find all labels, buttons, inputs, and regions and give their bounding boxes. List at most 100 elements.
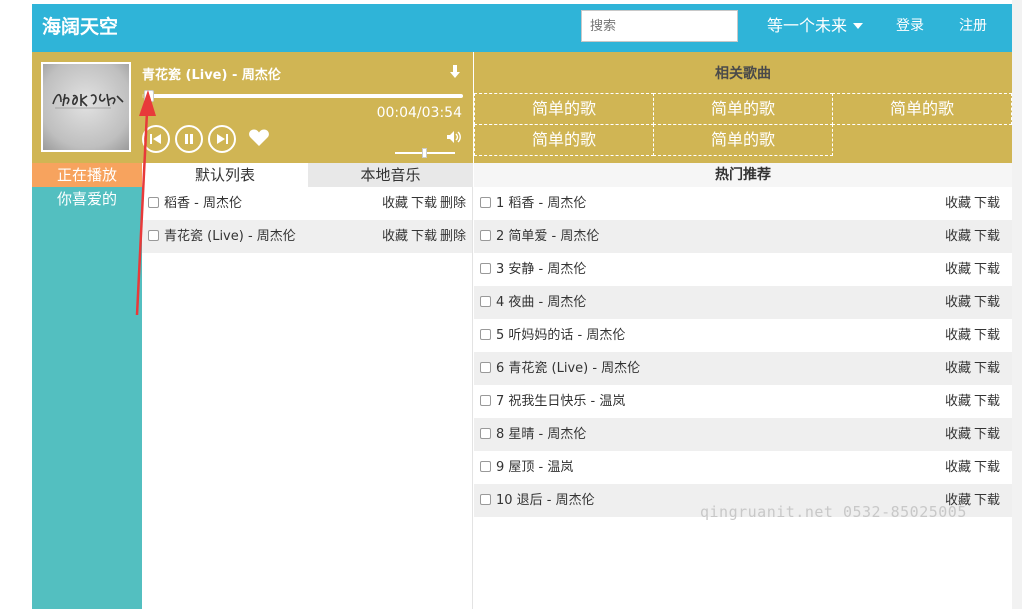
hot-song-name[interactable]: 3 安静 - 周杰伦 (496, 253, 586, 286)
favorite-link[interactable]: 收藏 (945, 361, 971, 376)
download-link[interactable]: 下载 (411, 229, 437, 244)
favorite-link[interactable]: 收藏 (382, 196, 408, 211)
download-link[interactable]: 下载 (974, 328, 1000, 343)
hot-song-name[interactable]: 1 稻香 - 周杰伦 (496, 187, 586, 220)
volume-slider[interactable] (395, 148, 455, 158)
row-checkbox[interactable] (480, 395, 491, 406)
row-checkbox[interactable] (480, 461, 491, 472)
hot-song-name[interactable]: 7 祝我生日快乐 - 温岚 (496, 385, 625, 418)
brand-logo-text[interactable]: 海阔天空 (42, 14, 118, 40)
favorite-link[interactable]: 收藏 (945, 328, 971, 343)
row-actions: 收藏 下载 删除 (379, 187, 466, 220)
row-actions: 收藏 下载 (942, 319, 1000, 352)
caret-down-icon (853, 23, 864, 29)
hot-row: 3 安静 - 周杰伦 收藏 下载 (474, 253, 1012, 286)
favorite-link[interactable]: 收藏 (945, 427, 971, 442)
download-link[interactable]: 下载 (411, 196, 437, 211)
hot-row: 9 屋顶 - 温岚 收藏 下载 (474, 451, 1012, 484)
hot-song-name[interactable]: 10 退后 - 周杰伦 (496, 484, 595, 517)
delete-link[interactable]: 删除 (440, 229, 466, 244)
row-checkbox[interactable] (480, 494, 491, 505)
row-checkbox[interactable] (480, 329, 491, 340)
favorite-link[interactable]: 收藏 (382, 229, 408, 244)
row-checkbox[interactable] (148, 197, 159, 208)
previous-button[interactable] (142, 125, 170, 153)
login-link[interactable]: 登录 (896, 16, 924, 36)
playback-time: 00:04/03:54 (376, 105, 462, 121)
favorite-link[interactable]: 收藏 (945, 196, 971, 211)
register-link[interactable]: 注册 (959, 16, 987, 36)
related-song[interactable]: 简单的歌 (832, 93, 1012, 125)
download-link[interactable]: 下载 (974, 394, 1000, 409)
volume-icon[interactable] (446, 130, 462, 144)
sidebar: 正在播放 你喜爱的 (32, 163, 142, 609)
download-link[interactable]: 下载 (974, 229, 1000, 244)
row-actions: 收藏 下载 (942, 451, 1000, 484)
next-button[interactable] (208, 125, 236, 153)
progress-bar[interactable] (142, 90, 463, 102)
related-song[interactable]: 简单的歌 (653, 124, 833, 156)
hot-song-name[interactable]: 8 星晴 - 周杰伦 (496, 418, 586, 451)
album-cover (41, 62, 131, 152)
row-checkbox[interactable] (480, 428, 491, 439)
playlist-song-name[interactable]: 稻香 - 周杰伦 (164, 187, 242, 220)
download-link[interactable]: 下载 (974, 295, 1000, 310)
related-song[interactable]: 简单的歌 (474, 124, 654, 156)
download-link[interactable]: 下载 (974, 427, 1000, 442)
download-link[interactable]: 下载 (974, 196, 1000, 211)
hot-song-name[interactable]: 5 听妈妈的话 - 周杰伦 (496, 319, 625, 352)
user-menu-dropdown[interactable]: 等一个未来 (767, 14, 864, 38)
favorite-link[interactable]: 收藏 (945, 229, 971, 244)
related-songs-panel: 相关歌曲 简单的歌 简单的歌 简单的歌 简单的歌 简单的歌 (474, 52, 1012, 163)
download-link[interactable]: 下载 (974, 262, 1000, 277)
favorite-link[interactable]: 收藏 (945, 295, 971, 310)
hot-recommend-title: 热门推荐 (474, 163, 1012, 187)
tab-default-list[interactable]: 默认列表 (142, 163, 308, 187)
hot-row: 4 夜曲 - 周杰伦 收藏 下载 (474, 286, 1012, 319)
favorite-link[interactable]: 收藏 (945, 262, 971, 277)
search-input[interactable] (581, 10, 738, 42)
row-checkbox[interactable] (480, 296, 491, 307)
sidebar-item-now-playing[interactable]: 正在播放 (32, 163, 142, 187)
favorite-link[interactable]: 收藏 (945, 394, 971, 409)
row-checkbox[interactable] (148, 230, 159, 241)
tab-local-music[interactable]: 本地音乐 (308, 163, 473, 187)
hot-row: 2 简单爱 - 周杰伦 收藏 下载 (474, 220, 1012, 253)
download-link[interactable]: 下载 (974, 460, 1000, 475)
delete-link[interactable]: 删除 (440, 196, 466, 211)
download-link[interactable]: 下载 (974, 493, 1000, 508)
hot-row: 8 星晴 - 周杰伦 收藏 下载 (474, 418, 1012, 451)
playlist-row: 青花瓷 (Live) - 周杰伦 收藏 下载 删除 (142, 220, 472, 253)
related-song[interactable]: 简单的歌 (474, 93, 654, 125)
progress-knob[interactable] (144, 90, 154, 102)
related-song[interactable]: 简单的歌 (653, 93, 833, 125)
hot-song-name[interactable]: 6 青花瓷 (Live) - 周杰伦 (496, 352, 640, 385)
row-actions: 收藏 下载 (942, 187, 1000, 220)
page-margin-right (1012, 0, 1022, 609)
related-songs-title: 相关歌曲 (715, 66, 771, 82)
playlist-row: 稻香 - 周杰伦 收藏 下载 删除 (142, 187, 472, 220)
row-checkbox[interactable] (480, 230, 491, 241)
hot-row: 7 祝我生日快乐 - 温岚 收藏 下载 (474, 385, 1012, 418)
hot-song-name[interactable]: 9 屋顶 - 温岚 (496, 451, 573, 484)
row-checkbox[interactable] (480, 362, 491, 373)
player-panel: 青花瓷 (Live) - 周杰伦 00:04/03:54 (32, 52, 473, 163)
playlist-tabs: 默认列表 本地音乐 (142, 163, 473, 187)
row-checkbox[interactable] (480, 263, 491, 274)
row-checkbox[interactable] (480, 197, 491, 208)
playlist-song-name[interactable]: 青花瓷 (Live) - 周杰伦 (164, 220, 296, 253)
hot-song-name[interactable]: 4 夜曲 - 周杰伦 (496, 286, 586, 319)
volume-knob[interactable] (422, 148, 427, 158)
pause-button[interactable] (175, 125, 203, 153)
row-actions: 收藏 下载 (942, 286, 1000, 319)
now-playing-title: 青花瓷 (Live) - 周杰伦 (142, 68, 281, 83)
row-actions: 收藏 下载 (942, 385, 1000, 418)
sidebar-item-favorites[interactable]: 你喜爱的 (32, 187, 142, 211)
hot-recommend-list: 1 稻香 - 周杰伦 收藏 下载 2 简单爱 - 周杰伦 收藏 下载 3 安静 - 周杰伦收… (474, 187, 1012, 609)
hot-song-name[interactable]: 2 简单爱 - 周杰伦 (496, 220, 599, 253)
favorite-link[interactable]: 收藏 (945, 460, 971, 475)
download-arrow-icon[interactable] (448, 64, 462, 80)
heart-icon[interactable] (248, 128, 270, 148)
download-link[interactable]: 下载 (974, 361, 1000, 376)
row-actions: 收藏 下载 (942, 253, 1000, 286)
